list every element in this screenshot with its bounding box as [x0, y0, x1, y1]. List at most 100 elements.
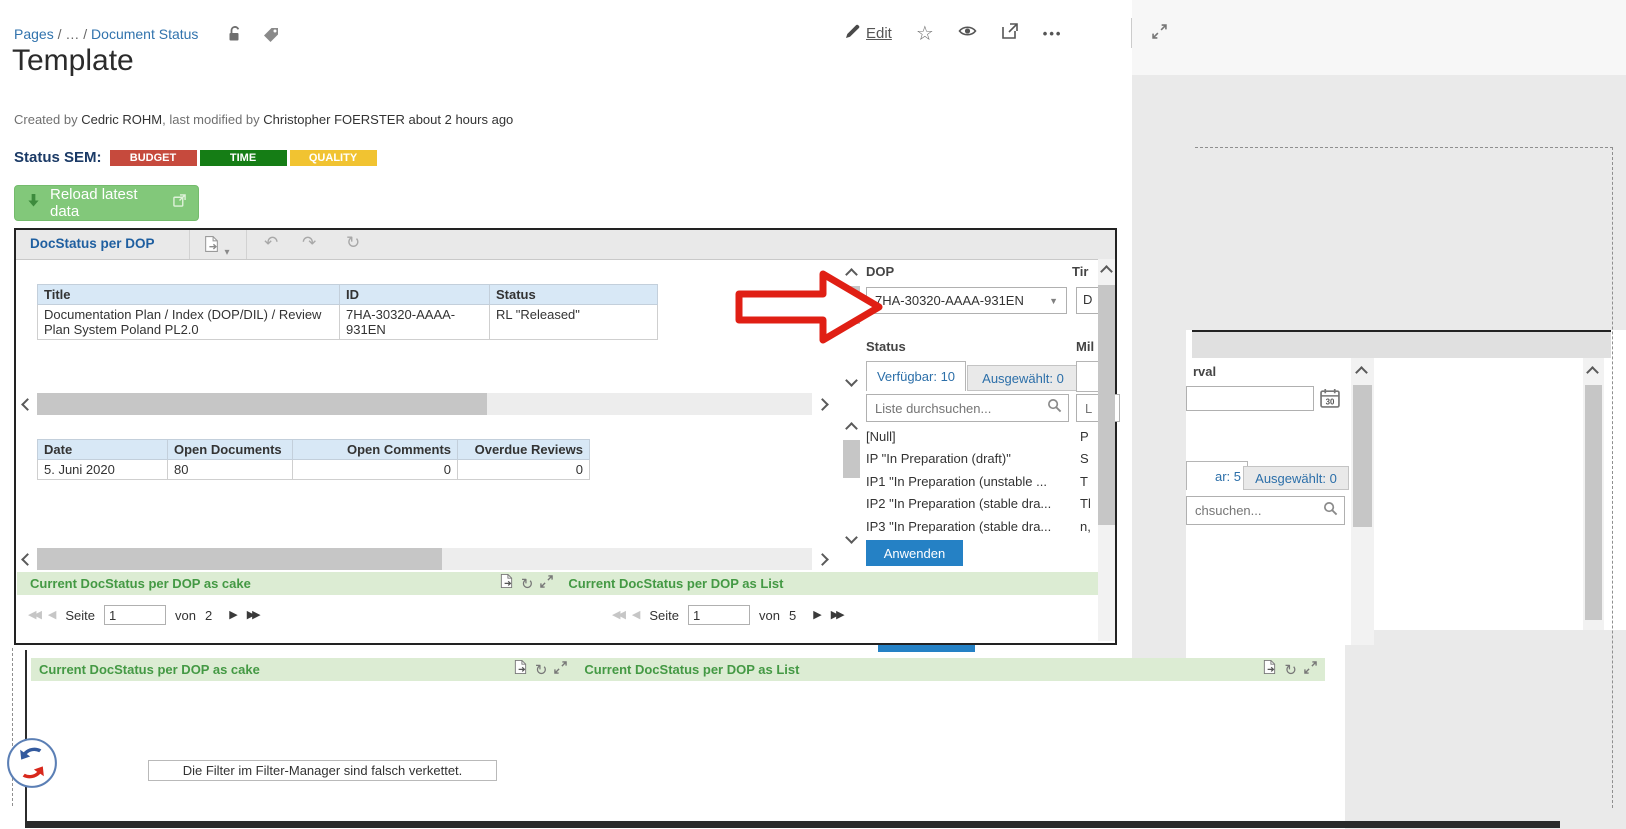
page: rval 30 ar: 5 Ausgewählt: 0 Pages / … / …	[0, 0, 1626, 829]
svg-text:30: 30	[1326, 397, 1335, 406]
reload-latest-data-button[interactable]: Reload latest data	[14, 185, 199, 221]
status-badge-quality: QUALITY	[289, 149, 377, 166]
stats-col-open-comments[interactable]: Open Comments	[292, 439, 458, 460]
pencil-icon	[845, 23, 861, 44]
lower-vertical-scrollbar[interactable]	[843, 420, 860, 545]
dashed-border-right	[1612, 147, 1613, 808]
red-annotation-arrow	[733, 266, 885, 353]
breadcrumb-current-link[interactable]: Document Status	[91, 26, 198, 42]
status-search	[866, 394, 1069, 422]
backdrop-bottom-right	[1345, 630, 1626, 829]
side-panel-toolbar	[1192, 330, 1611, 358]
h-scrollbar-2[interactable]	[37, 548, 812, 570]
table-row[interactable]: 5. Juni 2020 80 0 0	[37, 459, 590, 480]
pager-cake: ◀◀ ◀ Seite von 2 ▶ ▶▶	[28, 604, 261, 626]
stats-col-overdue-reviews[interactable]: Overdue Reviews	[457, 439, 590, 460]
doc-col-status[interactable]: Status	[489, 284, 658, 305]
expand-icon[interactable]	[554, 660, 568, 679]
prev-page-button[interactable]: ◀	[632, 609, 640, 621]
dialog-toolbar: DocStatus per DOP ▾ ↶ ↷ ↻	[16, 230, 1115, 260]
next-page-button[interactable]: ▶	[813, 609, 821, 621]
backdrop-top	[1132, 0, 1626, 75]
next-page-button[interactable]: ▶	[229, 609, 237, 621]
list-item[interactable]: [Null]	[866, 426, 1076, 448]
calendar-icon[interactable]: 30	[1320, 388, 1340, 413]
widget-title-cake: Current DocStatus per DOP as cake	[39, 662, 260, 677]
chevron-down-icon: ▼	[1049, 295, 1058, 306]
scroll-right-icon[interactable]	[816, 398, 829, 411]
widget-title-list: Current DocStatus per DOP as List	[568, 576, 784, 591]
first-page-button[interactable]: ◀◀	[612, 609, 626, 621]
scroll-right-icon[interactable]	[816, 553, 829, 566]
page-number-input[interactable]	[688, 605, 751, 625]
export-icon[interactable]	[499, 573, 514, 594]
status-sem-row: Status SEM: BUDGET TIME QUALITY	[14, 149, 377, 166]
apply-button[interactable]: Anwenden	[866, 540, 963, 566]
share-icon[interactable]	[1001, 22, 1019, 45]
favourite-star-icon[interactable]: ☆	[916, 24, 934, 44]
first-page-button[interactable]: ◀◀	[28, 609, 42, 621]
prev-page-button[interactable]: ◀	[48, 609, 56, 621]
widget-title-list: Current DocStatus per DOP as List	[584, 662, 800, 677]
last-page-button[interactable]: ▶▶	[831, 609, 845, 621]
doc-col-id[interactable]: ID	[339, 284, 490, 305]
refresh-icon[interactable]: ↻	[1284, 661, 1297, 679]
search-icon	[1323, 501, 1338, 521]
side-tab-available[interactable]: ar: 5	[1186, 461, 1248, 490]
status-badge-time: TIME	[199, 149, 287, 166]
expand-icon[interactable]	[540, 574, 554, 593]
backdrop-left-column	[1132, 330, 1186, 675]
page-number-input[interactable]	[104, 605, 167, 625]
doc-col-title[interactable]: Title	[37, 284, 340, 305]
edit-button[interactable]: Edit	[845, 23, 892, 44]
refresh-icon[interactable]: ↻	[346, 234, 360, 251]
label-tag-icon[interactable]	[262, 26, 280, 49]
status-tab-available[interactable]: Verfügbar: 10	[866, 361, 966, 391]
list-item[interactable]: IP1 "In Preparation (unstable ...	[866, 471, 1076, 493]
dialog-vertical-scrollbar[interactable]	[1098, 259, 1115, 641]
side-date-input[interactable]	[1186, 386, 1314, 411]
stats-col-date[interactable]: Date	[37, 439, 168, 460]
scroll-left-icon[interactable]	[21, 398, 34, 411]
breadcrumb-pages-link[interactable]: Pages	[14, 26, 54, 42]
byline: Created by Cedric ROHM, last modified by…	[14, 112, 514, 127]
status-search-input[interactable]	[873, 399, 1047, 417]
refresh-icon[interactable]: ↻	[535, 661, 548, 679]
refresh-icon[interactable]: ↻	[521, 575, 534, 593]
side-scrollbar-1[interactable]	[1351, 358, 1374, 645]
watch-eye-icon[interactable]	[958, 23, 977, 44]
list-item[interactable]: IP3 "In Preparation (stable dra...	[866, 516, 1076, 538]
frame-bottom-bar	[25, 821, 1560, 828]
export-menu-button[interactable]: ▾	[203, 235, 229, 258]
creator: Cedric ROHM	[81, 112, 163, 127]
background-widget-bar: Current DocStatus per DOP as cake ↻ Curr…	[31, 658, 1325, 681]
status-tab-selected[interactable]: Ausgewählt: 0	[967, 365, 1079, 391]
expand-icon[interactable]	[1152, 24, 1167, 44]
scroll-left-icon[interactable]	[21, 553, 34, 566]
dashed-border-top	[1195, 147, 1613, 148]
page-actions: Edit ☆ •••	[845, 22, 1062, 45]
breadcrumb-separator: / … /	[57, 26, 88, 42]
h-scrollbar-1[interactable]	[37, 393, 812, 415]
side-search-input[interactable]	[1193, 502, 1323, 519]
page-title: Template	[12, 44, 134, 77]
stats-table: Date Open Documents Open Comments Overdu…	[37, 439, 590, 480]
export-icon[interactable]	[513, 659, 528, 680]
undo-icon[interactable]: ↶	[264, 234, 278, 251]
doc-table: Title ID Status Documentation Plan / Ind…	[37, 284, 658, 340]
export-icon[interactable]	[1262, 659, 1277, 680]
list-item[interactable]: IP2 "In Preparation (stable dra...	[866, 493, 1076, 515]
list-item[interactable]: IP "In Preparation (draft)"	[866, 448, 1076, 470]
more-actions-button[interactable]: •••	[1043, 26, 1063, 41]
redo-icon[interactable]: ↷	[302, 234, 316, 251]
stats-col-open-documents[interactable]: Open Documents	[167, 439, 293, 460]
table-row[interactable]: Documentation Plan / Index (DOP/DIL) / R…	[37, 304, 658, 340]
time-interval-label-clipped: Tir	[1072, 264, 1089, 279]
side-tab-selected[interactable]: Ausgewählt: 0	[1243, 466, 1349, 490]
dop-dropdown[interactable]: 7HA-30320-AAAA-931EN ▼	[866, 287, 1067, 314]
expand-icon[interactable]	[1304, 660, 1317, 679]
last-page-button[interactable]: ▶▶	[247, 609, 261, 621]
side-panel-body2	[1374, 358, 1583, 630]
unlock-icon[interactable]	[226, 25, 244, 48]
side-scrollbar-2[interactable]	[1583, 358, 1604, 630]
